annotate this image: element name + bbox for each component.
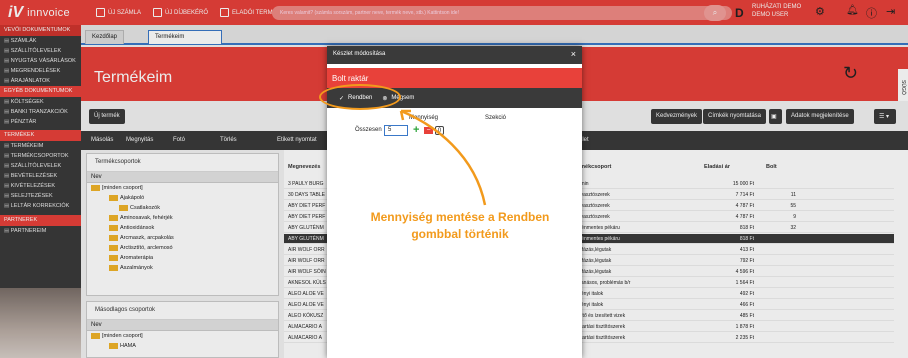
- highlight-ring: [319, 84, 401, 110]
- close-icon[interactable]: ×: [571, 49, 576, 59]
- modal-title: Készlet módosítása: [327, 46, 582, 64]
- annotation-arrow: [399, 109, 487, 206]
- total-label: Összesen: [355, 127, 382, 133]
- annotation-text: Mennyiség mentése a Rendben gombbal tört…: [370, 210, 550, 241]
